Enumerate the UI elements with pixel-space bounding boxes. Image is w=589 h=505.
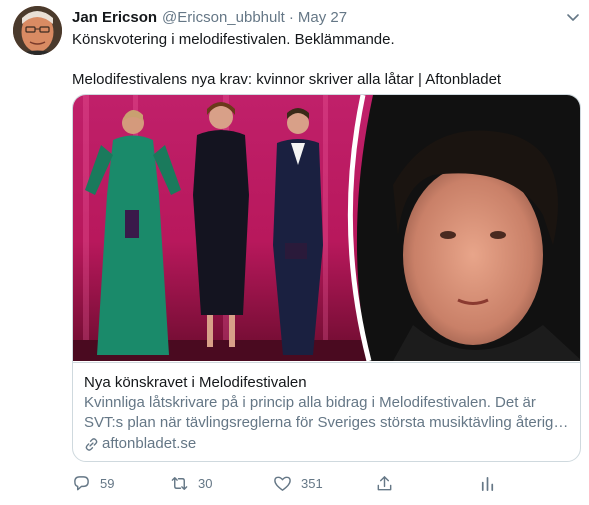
link-card[interactable]: Nya könskravet i Melodifestivalen Kvinnl…: [72, 94, 581, 462]
card-description-line: SVT:s plan när tävlingsreglerna för Sver…: [84, 414, 571, 431]
chevron-down-icon[interactable]: [565, 9, 581, 25]
card-description: Kvinnliga låtskrivare på i princip alla …: [84, 393, 571, 433]
tweet-text-line: Könskvotering i melodifestivalen. Bekläm…: [72, 31, 395, 48]
card-domain: aftonbladet.se: [84, 434, 571, 454]
retweet-icon: [171, 476, 188, 490]
tweet-date[interactable]: May 27: [298, 9, 347, 26]
tweet[interactable]: Jan Ericson @Ericson_ubbhult · May 27 Kö…: [0, 0, 589, 505]
tweet-text: Könskvotering i melodifestivalen. Bekläm…: [72, 30, 572, 90]
analytics-icon: [481, 476, 494, 491]
card-description-line: Kvinnliga låtskrivare på i princip alla …: [84, 394, 536, 411]
share-icon: [377, 475, 392, 490]
reply-count: 59: [100, 475, 115, 491]
heart-icon: [274, 476, 291, 491]
tweet-header: Jan Ericson @Ericson_ubbhult · May 27: [72, 7, 577, 27]
card-domain-text: aftonbladet.se: [102, 435, 197, 452]
reply-button[interactable]: 59: [72, 470, 114, 496]
card-title: Nya könskravet i Melodifestivalen: [84, 374, 307, 391]
separator-dot: ·: [288, 8, 294, 26]
link-icon: [85, 437, 98, 451]
analytics-button[interactable]: [478, 470, 506, 496]
like-button[interactable]: 351: [273, 470, 323, 496]
author-handle[interactable]: @Ericson_ubbhult: [162, 9, 285, 26]
retweet-button[interactable]: 30: [170, 470, 212, 496]
like-count: 351: [301, 475, 323, 491]
card-image[interactable]: [73, 95, 580, 361]
share-button[interactable]: [375, 470, 403, 496]
tweet-text-line: Melodifestivalens nya krav: kvinnor skri…: [72, 71, 502, 88]
avatar[interactable]: [13, 6, 62, 55]
retweet-count: 30: [198, 475, 213, 491]
author-name[interactable]: Jan Ericson: [72, 9, 157, 26]
card-body[interactable]: Nya könskravet i Melodifestivalen Kvinnl…: [73, 362, 580, 461]
tweet-actions: 59 30 351: [72, 470, 512, 496]
reply-icon: [74, 475, 89, 490]
